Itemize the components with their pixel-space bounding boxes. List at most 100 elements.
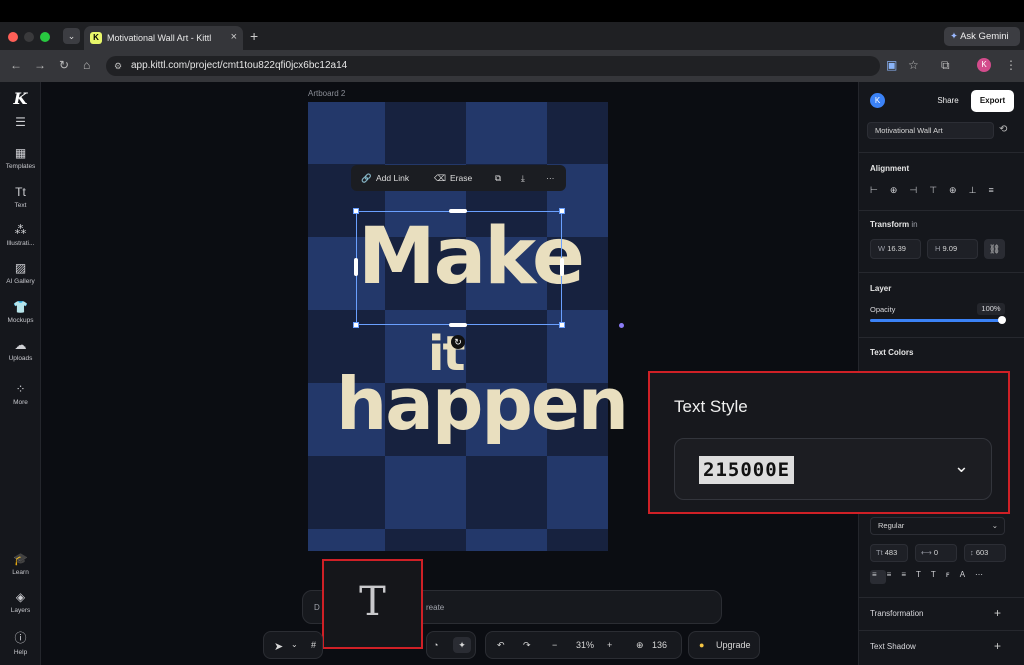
sidebar-item-label: Mockups: [7, 317, 34, 324]
home-icon[interactable]: ⌂: [83, 58, 90, 72]
mockups-icon: 👕: [13, 300, 28, 314]
text-style-title: Text Style: [674, 397, 748, 416]
profile-avatar[interactable]: K: [977, 58, 991, 72]
history-icon[interactable]: ⟲: [999, 124, 1007, 135]
site-settings-icon[interactable]: ⚙: [114, 56, 122, 76]
credits-icon: ⊕: [636, 640, 644, 650]
hamburger-menu-icon[interactable]: ☰: [0, 115, 41, 129]
sidebar-item-label: AI Gallery: [6, 278, 35, 285]
divider: [859, 337, 1024, 338]
sidebar-item-text[interactable]: Tt Text: [0, 185, 41, 209]
user-avatar[interactable]: K: [870, 93, 885, 108]
duplicate-icon[interactable]: ⧉: [495, 173, 501, 184]
erase-button[interactable]: Erase: [450, 173, 472, 183]
upgrade-button[interactable]: ● Upgrade: [688, 631, 760, 659]
letter-spacing-field[interactable]: ⟷ 0: [915, 544, 957, 562]
opacity-value[interactable]: 100%: [977, 303, 1005, 315]
sidebar-item-templates[interactable]: ▦ Templates: [0, 146, 41, 170]
frame-tool-icon[interactable]: #: [311, 640, 316, 650]
select-cursor-icon[interactable]: ➤: [274, 640, 283, 653]
selection-box[interactable]: [356, 211, 562, 325]
add-link-button[interactable]: Add Link: [376, 173, 409, 183]
font-size-field[interactable]: Tt 483: [870, 544, 908, 562]
opacity-slider[interactable]: [870, 316, 1006, 324]
text-colors-title: Text Colors: [870, 348, 914, 357]
add-transformation-button[interactable]: +: [994, 606, 1001, 620]
project-name-field[interactable]: Motivational Wall Art: [867, 122, 994, 139]
ask-gemini-button[interactable]: ✦ Ask Gemini: [944, 27, 1020, 46]
height-field[interactable]: H 9.09: [927, 239, 978, 259]
resize-handle-left[interactable]: [354, 258, 358, 276]
checker-square: [308, 529, 385, 551]
resize-handle[interactable]: [353, 322, 359, 328]
resize-handle[interactable]: [559, 322, 565, 328]
bookmark-star-icon[interactable]: ☆: [908, 58, 919, 72]
sidebar-item-illustrations[interactable]: ⁂ Illustrati...: [0, 223, 41, 247]
resize-handle-bottom[interactable]: [449, 323, 467, 327]
tab-close-icon[interactable]: ×: [231, 31, 237, 43]
window-minimize-button[interactable]: [24, 32, 34, 42]
sidebar-item-more[interactable]: ⁘ More: [0, 382, 41, 406]
zoom-level[interactable]: 31%: [576, 640, 594, 650]
checker-square: [466, 456, 547, 529]
rotate-handle-icon[interactable]: ↻: [451, 335, 465, 349]
chevron-down-icon: ⌄: [953, 456, 969, 476]
extensions-puzzle-icon[interactable]: ⧉: [941, 58, 950, 73]
sidebar-item-layers[interactable]: ◈ Layers: [0, 590, 41, 614]
resize-handle-right[interactable]: [560, 258, 564, 276]
resize-handle[interactable]: [353, 208, 359, 214]
sidebar-item-label: Uploads: [8, 355, 33, 362]
download-icon[interactable]: ⤓: [521, 173, 525, 184]
credits-count[interactable]: 136: [652, 640, 667, 650]
checker-square: [385, 102, 466, 164]
redo-icon[interactable]: ↷: [523, 640, 531, 651]
illustrations-icon: ⁂: [14, 223, 27, 237]
sidebar-item-help[interactable]: ⓘ Help: [0, 629, 41, 656]
sidebar-item-learn[interactable]: 🎓 Learn: [0, 552, 41, 576]
cast-icon[interactable]: ▣: [886, 58, 897, 72]
back-arrow-icon[interactable]: ←: [10, 58, 22, 72]
text-style-font-select[interactable]: 215000E ⌄: [674, 438, 992, 500]
lock-ratio-link-icon[interactable]: ⛓: [984, 239, 1005, 259]
resize-handle-top[interactable]: [449, 209, 467, 213]
alignment-title: Alignment: [870, 164, 910, 173]
sidebar-item-ai-gallery[interactable]: ▨ AI Gallery: [0, 261, 41, 285]
new-tab-button[interactable]: +: [250, 28, 258, 44]
zoom-in-button[interactable]: +: [607, 640, 612, 650]
reload-icon[interactable]: ↻: [59, 58, 69, 72]
url-bar[interactable]: ⚙ app.kittl.com/project/cmt1tou822qfi0jc…: [106, 56, 880, 76]
eraser-icon[interactable]: ⌫: [434, 173, 446, 184]
height-value: 9.09: [942, 244, 958, 253]
font-weight-select[interactable]: Regular ⌄: [870, 517, 1005, 535]
resize-handle[interactable]: [559, 208, 565, 214]
text-format-buttons[interactable]: ≡≡≡TTꜰA⋯: [872, 570, 1022, 579]
width-field[interactable]: W 16.39: [870, 239, 921, 259]
chat-icon[interactable]: ◔: [433, 640, 438, 650]
width-value: 16.39: [887, 244, 906, 253]
link-icon[interactable]: 🔗: [361, 173, 372, 184]
more-options-button[interactable]: ···: [546, 173, 555, 183]
browser-menu-icon[interactable]: ⋮: [1005, 58, 1017, 72]
sidebar-item-uploads[interactable]: ☁ Uploads: [0, 338, 41, 362]
line-height-field[interactable]: ↕ 603: [964, 544, 1006, 562]
chevron-down-icon[interactable]: ⌄: [291, 640, 298, 649]
forward-arrow-icon[interactable]: →: [34, 58, 46, 72]
window-zoom-button[interactable]: [40, 32, 50, 42]
browser-tab[interactable]: K Motivational Wall Art - Kittl ×: [84, 26, 243, 50]
window-close-button[interactable]: [8, 32, 18, 42]
share-button[interactable]: Share: [929, 91, 967, 111]
art-word-happen[interactable]: happen: [336, 362, 629, 446]
zoom-out-button[interactable]: −: [552, 640, 557, 650]
undo-icon[interactable]: ↶: [497, 640, 505, 651]
ai-magic-icon[interactable]: ✦: [453, 637, 471, 653]
text-icon: Tt: [15, 185, 26, 199]
kittl-logo[interactable]: K: [0, 89, 41, 108]
export-button[interactable]: Export: [971, 90, 1014, 112]
opacity-slider-handle[interactable]: [998, 316, 1006, 324]
upgrade-label: Upgrade: [716, 640, 751, 650]
alignment-buttons[interactable]: ⊢⊕⊣⊤⊕⊥≡: [870, 185, 1020, 196]
font-size-value: 483: [884, 548, 898, 557]
add-text-shadow-button[interactable]: +: [994, 639, 1001, 653]
tab-search-chevron-icon[interactable]: ⌄: [63, 28, 80, 44]
sidebar-item-mockups[interactable]: 👕 Mockups: [0, 300, 41, 324]
